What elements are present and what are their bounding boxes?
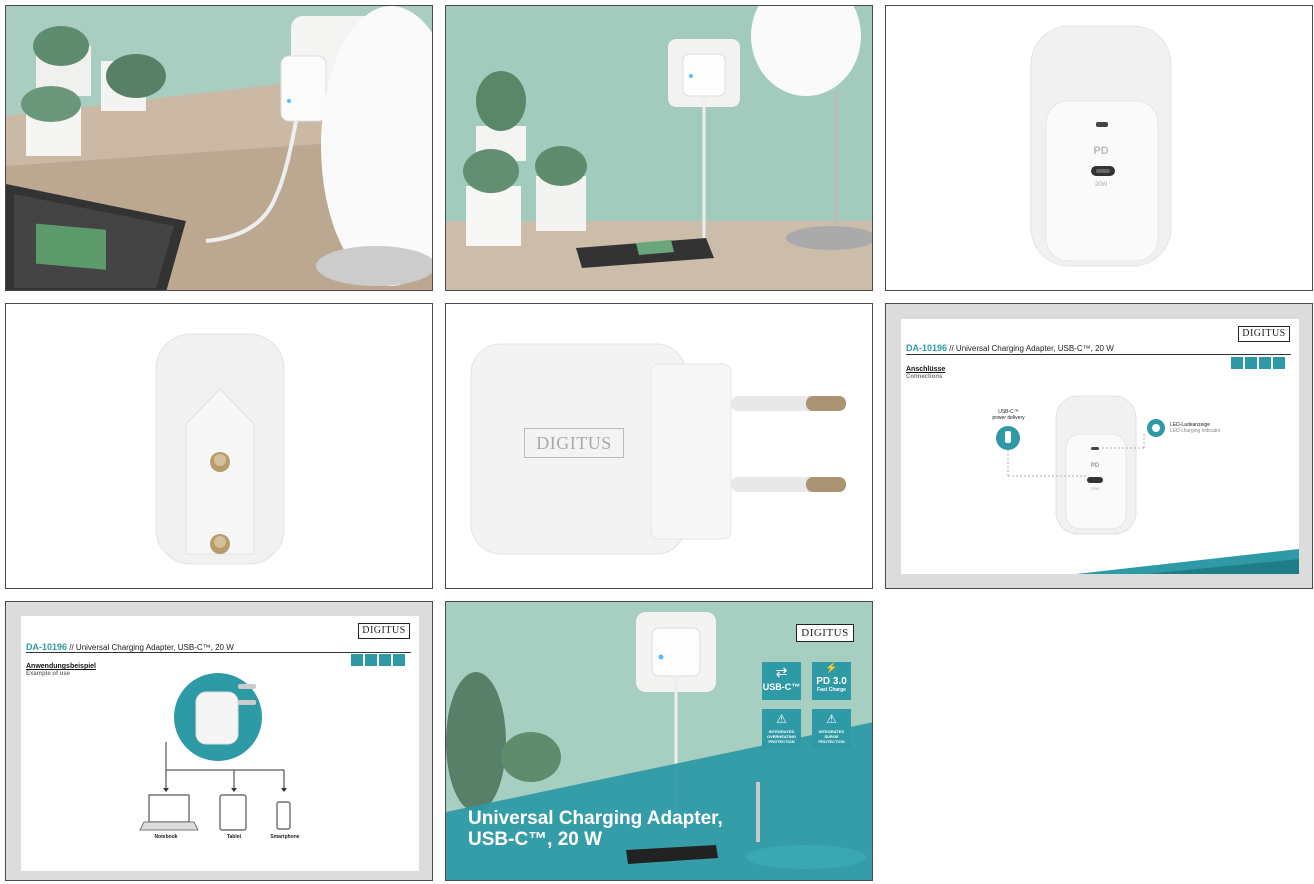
photo-tile-front[interactable]: PD 20W [885,5,1313,291]
section-title: Anwendungsbeispiel [26,663,97,670]
badge-usb-c-label: USB-C™ [762,682,801,692]
photo-tile-smartphone[interactable] [445,5,873,291]
section-title: Anschlüsse [906,366,946,373]
banner-tile[interactable]: DIGITUS ⇄ USB-C™ ⚡ PD 3.0 Fast Charge ⚠ … [445,601,873,881]
device-notebook: Notebook [154,834,178,840]
badge-overheating: ⚠ INTEGRATED OVERHEATING PROTECTION [762,709,801,749]
digitus-logo: DIGITUS [1238,326,1290,342]
badge-surge: ⚠ INTEGRATED SURGE PROTECTION [812,709,851,749]
badge-overheating-label: INTEGRATED OVERHEATING PROTECTION [766,729,797,744]
product-name: // Universal Charging Adapter, USB-C™, 2… [67,643,234,652]
photo-tile-side[interactable]: DIGITUS [445,303,873,589]
pd-label: PD [1093,145,1109,157]
badge-pd-sub: Fast Charge [817,687,846,693]
usb-icon: ⇄ [775,664,788,680]
digitus-logo: DIGITUS [796,624,854,642]
pd-label: PD [1090,463,1100,469]
photo-tile-tablet[interactable] [5,5,433,291]
watt-label: 20W [1090,486,1100,491]
product-side-photo [446,304,872,588]
badge-pd-label: PD 3.0 [816,676,847,687]
badge-pd: ⚡ PD 3.0 Fast Charge [812,662,851,700]
digitus-logo-embossed: DIGITUS [524,428,624,458]
usb-c-label-line2: power delivery [992,415,1025,421]
infographic-connections[interactable]: DIGITUS DA-10196 // Universal Charging A… [885,303,1313,589]
led-label: LED-Ladeanzeige LED charging indicator [1170,422,1221,434]
feature-icons [351,654,405,666]
lifestyle-photo-tablet [6,6,432,290]
sku-label: DA-10196 [26,642,68,652]
lightning-icon: ⚡ [825,663,838,674]
banner-headline: Universal Charging Adapter, USB-C™, 20 W [468,808,723,850]
section-subtitle: Example of use [26,671,71,677]
product-name: // Universal Charging Adapter, USB-C™, 2… [947,344,1114,353]
feature-icons [1231,357,1285,369]
product-back-photo [6,304,432,588]
lifestyle-photo-smartphone [446,6,872,290]
divider [906,354,1291,355]
usb-c-label: USB-C™ power delivery [986,409,1031,421]
infographic-example-use[interactable]: DIGITUS DA-10196 // Universal Charging A… [5,601,433,881]
device-tablet: Tablet [226,834,242,840]
section-subtitle: Connections [906,374,943,380]
watt-label: 20W [1094,182,1108,188]
device-smartphone: Smartphone [270,834,300,840]
photo-tile-back[interactable] [5,303,433,589]
warning-icon: ⚠ [776,712,787,726]
sku-label: DA-10196 [906,343,948,353]
badge-usb-c: ⇄ USB-C™ [762,662,801,700]
slide-heading: DA-10196 // Universal Charging Adapter, … [906,343,1114,353]
surge-icon: ⚠ [826,712,837,726]
badge-surge-label: INTEGRATED SURGE PROTECTION [818,729,845,744]
divider [26,652,411,653]
banner-headline-line2: USB-C™, 20 W [468,829,603,850]
led-label-en: LED charging indicator [1170,428,1221,434]
slide-heading: DA-10196 // Universal Charging Adapter, … [26,642,234,652]
digitus-logo: DIGITUS [358,623,410,639]
banner-headline-line1: Universal Charging Adapter, [468,808,723,829]
